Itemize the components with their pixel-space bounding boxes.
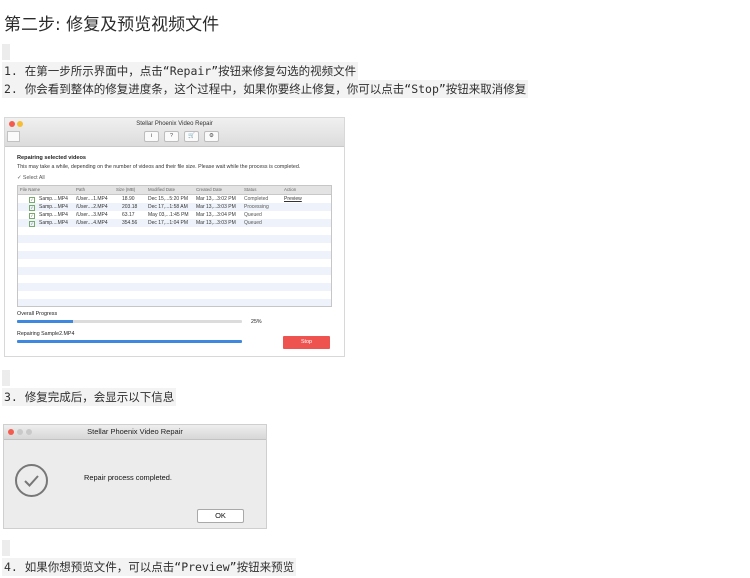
dialog-titlebar: Stellar Phoenix Video Repair: [4, 425, 266, 440]
cell-size: 203.18: [122, 204, 138, 210]
cell-size: 354.56: [122, 220, 138, 226]
cell-path: /User....4.MP4: [76, 220, 108, 226]
table-stripe: [18, 299, 331, 306]
table-stripe: [18, 275, 331, 283]
dialog-title: Stellar Phoenix Video Repair: [87, 427, 183, 436]
cell-action-link[interactable]: Preview: [284, 196, 302, 202]
overall-progress-label: Overall Progress: [17, 311, 58, 317]
cell-modified: Dec 17,...1:58 AM: [148, 204, 188, 210]
info-icon[interactable]: i: [144, 131, 159, 142]
overall-progress-fill: [17, 320, 74, 323]
check-circle-icon: [15, 464, 48, 497]
col-header[interactable]: Status: [244, 187, 256, 192]
table-stripe: [18, 243, 331, 251]
settings-icon[interactable]: ⚙: [204, 131, 219, 142]
row-checkbox[interactable]: ✓: [29, 220, 35, 227]
table-row[interactable]: ✓ Samp....MP4/User....1.MP4 18.90 Dec 15,..…: [18, 195, 331, 203]
ok-button[interactable]: OK: [197, 509, 244, 523]
quote-gutter: [2, 540, 10, 556]
step-2: 2. 你会看到整体的修复进度条，这个过程中，如果你要终止修复，你可以点击“Sto…: [2, 80, 529, 98]
cell-name: Samp....MP4: [39, 220, 68, 226]
files-table: File Name Path Size (MB) Modified Date C…: [17, 185, 332, 307]
quote-gutter: [2, 370, 10, 386]
window-title: Stellar Phoenix Video Repair: [136, 121, 213, 127]
cell-modified: Dec 15,...5:20 PM: [148, 196, 189, 202]
current-progress-fill: [17, 340, 242, 343]
select-all-label: Select All: [22, 175, 45, 181]
complete-dialog: Stellar Phoenix Video Repair Repair proc…: [3, 424, 267, 529]
cell-modified: Dec 17,...1:04 PM: [148, 220, 189, 226]
cell-modified: May 03,...1:45 PM: [148, 212, 189, 218]
quote-gutter: [2, 44, 10, 60]
col-header[interactable]: Created Date: [196, 187, 222, 192]
table-row[interactable]: ✓ Samp....MP4/User....3.MP4 63.17 May 03,..…: [18, 211, 331, 219]
table-header: File Name Path Size (MB) Modified Date C…: [18, 186, 331, 195]
cart-icon[interactable]: 🛒: [184, 131, 199, 142]
cell-status: Processing: [244, 204, 269, 210]
cell-status: Completed: [244, 196, 269, 202]
table-stripe: [18, 259, 331, 267]
cell-created: Mar 13,...3:04 PM: [196, 212, 236, 218]
step-3: 3. 修复完成后，会显示以下信息: [2, 388, 177, 406]
current-file-label: Repairing Sample2.MP4: [17, 331, 75, 337]
page-title: 第二步: 修复及预览视频文件: [4, 15, 220, 35]
col-header[interactable]: File Name: [20, 187, 40, 192]
row-checkbox[interactable]: ✓: [29, 204, 35, 211]
cell-path: /User....2.MP4: [76, 204, 108, 210]
col-header[interactable]: Path: [76, 187, 85, 192]
cell-path: /User....1.MP4: [76, 196, 108, 202]
cell-name: Samp....MP4: [39, 196, 68, 202]
col-header[interactable]: Modified Date: [148, 187, 175, 192]
stop-button[interactable]: Stop: [283, 336, 330, 349]
repair-heading: Repairing selected videos: [17, 155, 87, 161]
table-stripe: [18, 267, 331, 275]
cell-name: Samp....MP4: [39, 204, 68, 210]
col-header[interactable]: Action: [284, 187, 296, 192]
select-all-checkbox[interactable]: ✓ Select All: [17, 175, 45, 181]
cell-status: Queued: [244, 212, 262, 218]
col-header[interactable]: Size (MB): [116, 187, 135, 192]
step-1: 1. 在第一步所示界面中，点击“Repair”按钮来修复勾选的视频文件: [2, 62, 359, 80]
overall-progress-percent: 25%: [251, 319, 262, 325]
cell-size: 18.90: [122, 196, 135, 202]
table-stripe: [18, 227, 331, 235]
table-stripe: [18, 283, 331, 291]
repair-subtext: This may take a while, depending on the …: [17, 164, 301, 170]
dialog-message: Repair process completed.: [84, 473, 172, 482]
cell-status: Queued: [244, 220, 262, 226]
cell-size: 63.17: [122, 212, 135, 218]
cell-created: Mar 13,...3:02 PM: [196, 196, 236, 202]
table-stripe: [18, 235, 331, 243]
cell-created: Mar 13,...3:03 PM: [196, 220, 236, 226]
overall-progress-bar: [17, 320, 242, 323]
current-progress-bar: [17, 340, 242, 343]
cell-path: /User....3.MP4: [76, 212, 108, 218]
cell-name: Samp....MP4: [39, 212, 68, 218]
row-checkbox[interactable]: ✓: [29, 212, 35, 219]
row-checkbox[interactable]: ✓: [29, 196, 35, 203]
repair-window-titlebar: Stellar Phoenix Video Repair i ? 🛒 ⚙: [5, 118, 344, 147]
table-stripe: [18, 291, 331, 299]
sidebar-toggle-button[interactable]: [7, 131, 20, 142]
help-icon[interactable]: ?: [164, 131, 179, 142]
repair-window: Stellar Phoenix Video Repair i ? 🛒 ⚙ Rep…: [4, 117, 345, 357]
table-row[interactable]: ✓ Samp....MP4/User....4.MP4 354.56 Dec 17,.…: [18, 219, 331, 227]
step-4: 4. 如果你想预览文件，可以点击“Preview”按钮来预览: [2, 558, 297, 576]
table-stripe: [18, 251, 331, 259]
table-row[interactable]: ✓ Samp....MP4/User....2.MP4 203.18 Dec 17,.…: [18, 203, 331, 211]
cell-created: Mar 13,...3:03 PM: [196, 204, 236, 210]
